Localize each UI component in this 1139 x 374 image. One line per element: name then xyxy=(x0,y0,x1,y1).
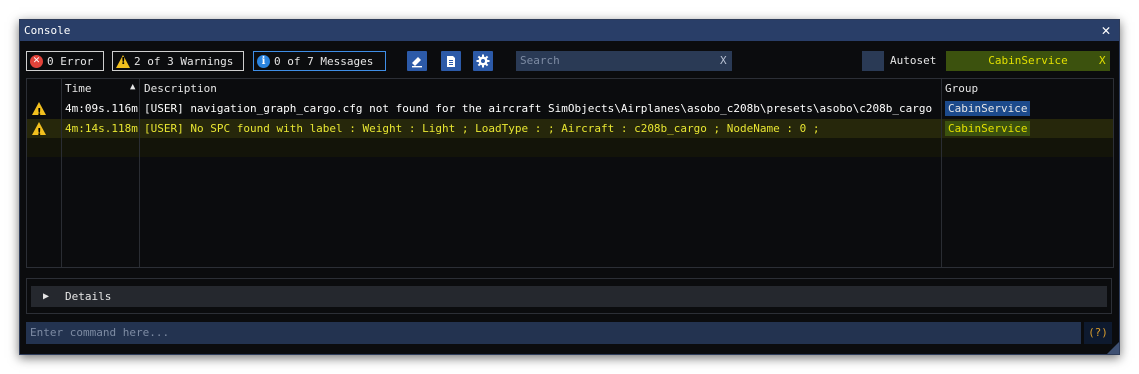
row-group: CabinService xyxy=(945,119,1105,138)
info-circle-icon: i xyxy=(257,54,270,68)
row-description: [USER] No SPC found with label : Weight … xyxy=(144,122,820,135)
search-clear-button[interactable]: X xyxy=(720,51,727,71)
details-panel: ▶ Details xyxy=(26,278,1112,314)
group-chip: CabinService xyxy=(945,101,1031,116)
log-table: Time ▲ Description Group 4m:09s.116ms [U… xyxy=(26,78,1114,268)
column-header-time[interactable]: Time xyxy=(65,79,92,98)
column-divider[interactable] xyxy=(61,79,62,267)
autoset-checkbox[interactable] xyxy=(862,51,884,71)
clear-log-button[interactable] xyxy=(407,51,427,71)
table-row[interactable]: 4m:14s.118ms [USER] No SPC found with la… xyxy=(27,119,1113,142)
row-group: CabinService xyxy=(945,99,1105,118)
warning-filter-label: 2 of 3 Warnings xyxy=(134,54,234,68)
row-time: 4m:14s.118ms xyxy=(65,122,139,135)
title-bar[interactable]: Console ✕ xyxy=(20,20,1119,41)
gear-icon xyxy=(476,54,490,68)
details-toggle[interactable]: ▶ Details xyxy=(31,286,1107,307)
group-selector[interactable]: CabinService xyxy=(946,51,1110,71)
error-circle-icon: ✕ xyxy=(30,54,43,68)
copy-log-button[interactable] xyxy=(441,51,461,71)
message-filter-label: 0 of 7 Messages xyxy=(274,54,374,68)
window-title: Console xyxy=(24,24,71,37)
autoset-label: Autoset xyxy=(890,54,937,67)
eraser-icon xyxy=(412,57,422,68)
details-label: Details xyxy=(65,290,112,303)
warning-triangle-icon xyxy=(116,54,130,68)
column-divider[interactable] xyxy=(941,79,942,267)
table-row-empty xyxy=(27,138,1113,157)
clipboard-icon xyxy=(447,56,455,67)
column-divider[interactable] xyxy=(139,79,140,267)
warning-triangle-icon xyxy=(32,102,46,122)
group-chip: CabinService xyxy=(945,121,1031,136)
row-time: 4m:09s.116ms xyxy=(65,102,139,115)
toolbar: ✕ 0 Error 2 of 3 Warnings i 0 of 7 Messa… xyxy=(26,51,1113,71)
console-window: Console ✕ ✕ 0 Error 2 of 3 Warnings i 0 … xyxy=(19,19,1120,355)
column-header-group[interactable]: Group xyxy=(945,79,978,98)
help-button[interactable]: (?) xyxy=(1084,322,1112,344)
group-clear-button[interactable]: X xyxy=(1099,51,1106,71)
row-description: [USER] navigation_graph_cargo.cfg not fo… xyxy=(144,102,933,115)
error-filter-button[interactable]: ✕ 0 Error xyxy=(26,51,104,71)
group-selector-value: CabinService xyxy=(988,54,1068,67)
close-icon[interactable]: ✕ xyxy=(1099,20,1113,41)
table-header: Time ▲ Description Group xyxy=(27,79,1113,98)
column-header-description[interactable]: Description xyxy=(144,79,217,98)
sort-ascending-icon[interactable]: ▲ xyxy=(130,79,135,96)
resize-handle-icon[interactable] xyxy=(1107,342,1119,354)
error-filter-label: 0 Error xyxy=(47,54,94,68)
warning-triangle-icon xyxy=(32,122,46,142)
message-filter-button[interactable]: i 0 of 7 Messages xyxy=(253,51,386,71)
command-input[interactable] xyxy=(26,322,1081,344)
table-row[interactable]: 4m:09s.116ms [USER] navigation_graph_car… xyxy=(27,99,1113,122)
search-input[interactable]: Search xyxy=(516,51,732,71)
caret-right-icon[interactable]: ▶ xyxy=(43,286,49,307)
warning-filter-button[interactable]: 2 of 3 Warnings xyxy=(112,51,244,71)
settings-button[interactable] xyxy=(473,51,493,71)
